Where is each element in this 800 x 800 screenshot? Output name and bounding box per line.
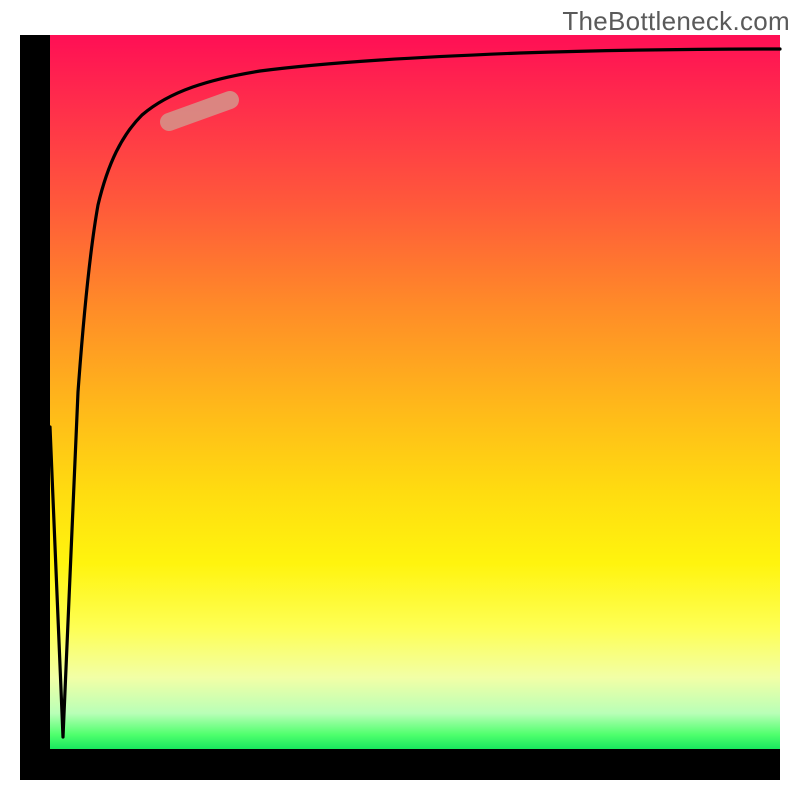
chart-frame: [20, 35, 780, 780]
highlight-segment: [169, 100, 230, 122]
curve-svg: [50, 35, 780, 749]
plot-area: [50, 35, 780, 749]
chart-container: TheBottleneck.com: [0, 0, 800, 800]
watermark-text: TheBottleneck.com: [562, 6, 790, 37]
main-curve: [50, 49, 780, 737]
